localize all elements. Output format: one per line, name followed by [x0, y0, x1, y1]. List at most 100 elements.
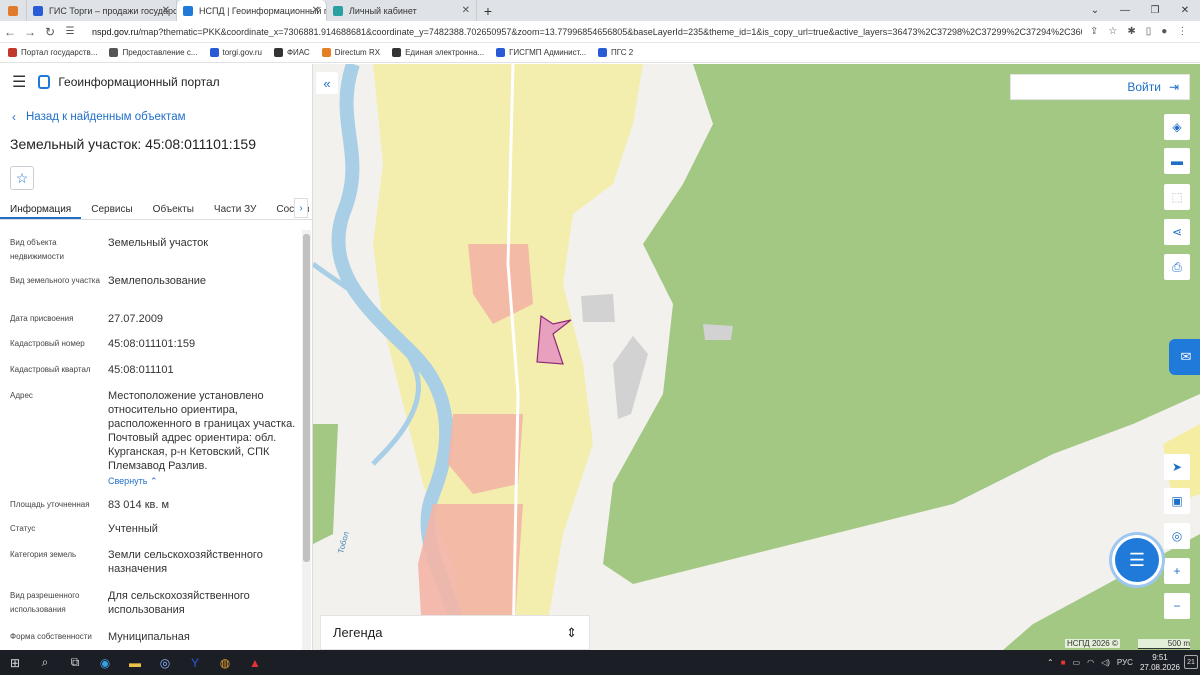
- property-value: Учтенный: [108, 523, 158, 535]
- yandex-browser-icon[interactable]: Y: [180, 650, 210, 675]
- tray-network-icon[interactable]: ▭: [1073, 658, 1081, 667]
- close-tab-icon[interactable]: ✕: [162, 5, 170, 16]
- url-field[interactable]: nspd.gov.ru/map?thematic=PKK&coordinate_…: [92, 27, 1082, 37]
- bookmark-item[interactable]: ФИАС: [273, 48, 310, 57]
- tray-app-icon[interactable]: ■: [1061, 658, 1066, 667]
- chromium-browser-icon[interactable]: ◎: [150, 650, 180, 675]
- site-info-icon[interactable]: ☰: [60, 26, 80, 37]
- panel-header: ☰ Геоинформационный портал: [0, 64, 312, 100]
- close-window-button[interactable]: ✕: [1170, 0, 1200, 21]
- task-view-icon[interactable]: ⧉: [60, 650, 90, 675]
- legend-panel[interactable]: Легенда ⇕: [320, 615, 590, 650]
- facility-block: [581, 294, 615, 322]
- layers-button[interactable]: ◈: [1164, 114, 1190, 140]
- close-tab-icon[interactable]: ✕: [462, 5, 470, 16]
- tab-services[interactable]: Сервисы: [81, 198, 142, 219]
- menu-icon[interactable]: ⋮: [1177, 26, 1187, 37]
- tab-information[interactable]: Информация: [0, 198, 82, 219]
- back-to-results-link[interactable]: ‹ Назад к найденным объектам: [12, 110, 312, 124]
- chat-assistant-button[interactable]: ☰: [1115, 538, 1159, 582]
- favorite-button[interactable]: ☆: [10, 166, 34, 190]
- reload-icon[interactable]: ↻: [40, 25, 60, 39]
- pdf-reader-icon[interactable]: ▲: [240, 650, 270, 675]
- map-canvas[interactable]: Тобол: [313, 64, 1200, 650]
- profile-icon[interactable]: ●: [1161, 26, 1167, 37]
- browser-tab-active[interactable]: НСПД | Геоинформационный п ✕: [177, 0, 327, 21]
- tray-volume-icon[interactable]: ◁): [1101, 658, 1110, 667]
- notification-center-icon[interactable]: 21: [1184, 655, 1198, 669]
- login-label: Войти: [1127, 80, 1161, 94]
- tab-pinned[interactable]: [0, 0, 27, 21]
- chevron-up-icon: ⌃: [150, 476, 158, 486]
- plus-icon: +: [1173, 564, 1181, 578]
- bookmark-item[interactable]: Единая электронна...: [392, 48, 484, 57]
- bookmark-item[interactable]: ГИСГМП Админист...: [496, 48, 586, 57]
- tray-wifi-icon[interactable]: ◠: [1087, 658, 1094, 667]
- bookmark-icon: [209, 48, 219, 57]
- minus-icon: −: [1173, 599, 1181, 613]
- extensions-icon[interactable]: ✱: [1127, 26, 1135, 37]
- chrome-icon[interactable]: ◍: [210, 650, 240, 675]
- search-location-button[interactable]: ◎: [1164, 523, 1190, 549]
- collapse-panel-button[interactable]: «: [316, 72, 338, 94]
- zoom-out-button[interactable]: −: [1164, 593, 1190, 619]
- bookmark-item[interactable]: Портал государств...: [8, 48, 97, 57]
- forward-nav-icon[interactable]: →: [20, 25, 40, 39]
- portal-title: Геоинформационный портал: [58, 75, 220, 89]
- tab-title: ГИС Торги – продажи государс: [49, 5, 177, 16]
- layers-icon: ◈: [1172, 120, 1182, 134]
- tab-favicon: [33, 5, 43, 16]
- close-tab-icon[interactable]: ✕: [312, 5, 320, 16]
- file-explorer-icon[interactable]: ▬: [120, 650, 150, 675]
- new-tab-button[interactable]: +: [477, 0, 499, 21]
- browser-tab[interactable]: ГИС Торги – продажи государс ✕: [27, 0, 177, 21]
- collapse-link[interactable]: Свернуть ⌃: [108, 474, 298, 488]
- back-link-label: Назад к найденным объектам: [26, 111, 186, 123]
- map-view[interactable]: Тобол « Войти ⇥ ◈ ▬ ⬚ ⋖ ⎙ ✉ ➤ ▣ ◎ + − ☰ Л…: [313, 64, 1200, 650]
- bookmark-item[interactable]: ПГС 2: [598, 48, 633, 57]
- tab-search-icon[interactable]: ⌄: [1080, 0, 1110, 21]
- property-value: Для сельскохозяйственного использования: [108, 590, 250, 616]
- locate-me-button[interactable]: ➤: [1164, 454, 1190, 480]
- tray-language[interactable]: РУС: [1117, 658, 1133, 667]
- back-nav-icon[interactable]: ←: [0, 25, 20, 39]
- measure-button[interactable]: ▬: [1164, 148, 1190, 174]
- tabs-scroll-right-icon[interactable]: ›: [294, 198, 308, 218]
- tray-chevron-icon[interactable]: ⌃: [1047, 658, 1054, 667]
- zoom-in-button[interactable]: +: [1164, 558, 1190, 584]
- bookmarks-bar: Портал государств... Предоставление с...…: [0, 43, 1200, 63]
- sidepanel-icon[interactable]: ▯: [1146, 26, 1152, 37]
- property-label: Площадь уточненная: [10, 500, 90, 509]
- print-button[interactable]: ⎙: [1164, 254, 1190, 280]
- minimize-button[interactable]: —: [1110, 0, 1140, 21]
- bookmark-star-icon[interactable]: ☆: [1108, 26, 1117, 37]
- menu-burger-icon[interactable]: ☰: [12, 72, 26, 92]
- start-windows-icon[interactable]: ⊞: [0, 650, 30, 675]
- share-map-button[interactable]: ⋖: [1164, 219, 1190, 245]
- portal-logo-icon: [38, 75, 51, 89]
- legend-label: Легенда: [333, 625, 383, 640]
- bookmark-item[interactable]: torgi.gov.ru: [209, 48, 262, 57]
- bookmark-item[interactable]: Directum RX: [321, 48, 380, 57]
- edge-browser-icon[interactable]: ◉: [90, 650, 120, 675]
- browser-tab[interactable]: Личный кабинет ✕: [327, 0, 477, 21]
- share-icon[interactable]: ⇪: [1090, 26, 1098, 37]
- feedback-tab[interactable]: ✉: [1169, 339, 1200, 375]
- maximize-button[interactable]: ❐: [1140, 0, 1170, 21]
- area-select-button[interactable]: ⬚: [1164, 184, 1190, 210]
- bookmark-label: ПГС 2: [611, 48, 634, 57]
- tab-parts[interactable]: Части ЗУ: [204, 198, 266, 219]
- scrollbar-thumb[interactable]: [303, 234, 310, 562]
- map-scale: 500 m: [1138, 639, 1190, 649]
- login-button[interactable]: Войти ⇥: [1010, 74, 1190, 100]
- bookmark-icon: [273, 48, 283, 57]
- search-icon[interactable]: ⌕: [30, 650, 60, 675]
- tab-objects[interactable]: Объекты: [143, 198, 204, 219]
- double-chevron-left-icon: «: [323, 75, 331, 91]
- bookmark-item[interactable]: Предоставление с...: [109, 48, 198, 57]
- minimap-button[interactable]: ▣: [1164, 488, 1190, 514]
- clock-time: 9:51: [1152, 652, 1168, 662]
- panel-scrollbar[interactable]: [302, 230, 311, 650]
- tray-clock[interactable]: 9:51 27.08.2026: [1140, 653, 1180, 673]
- bookmark-label: ФИАС: [286, 48, 310, 57]
